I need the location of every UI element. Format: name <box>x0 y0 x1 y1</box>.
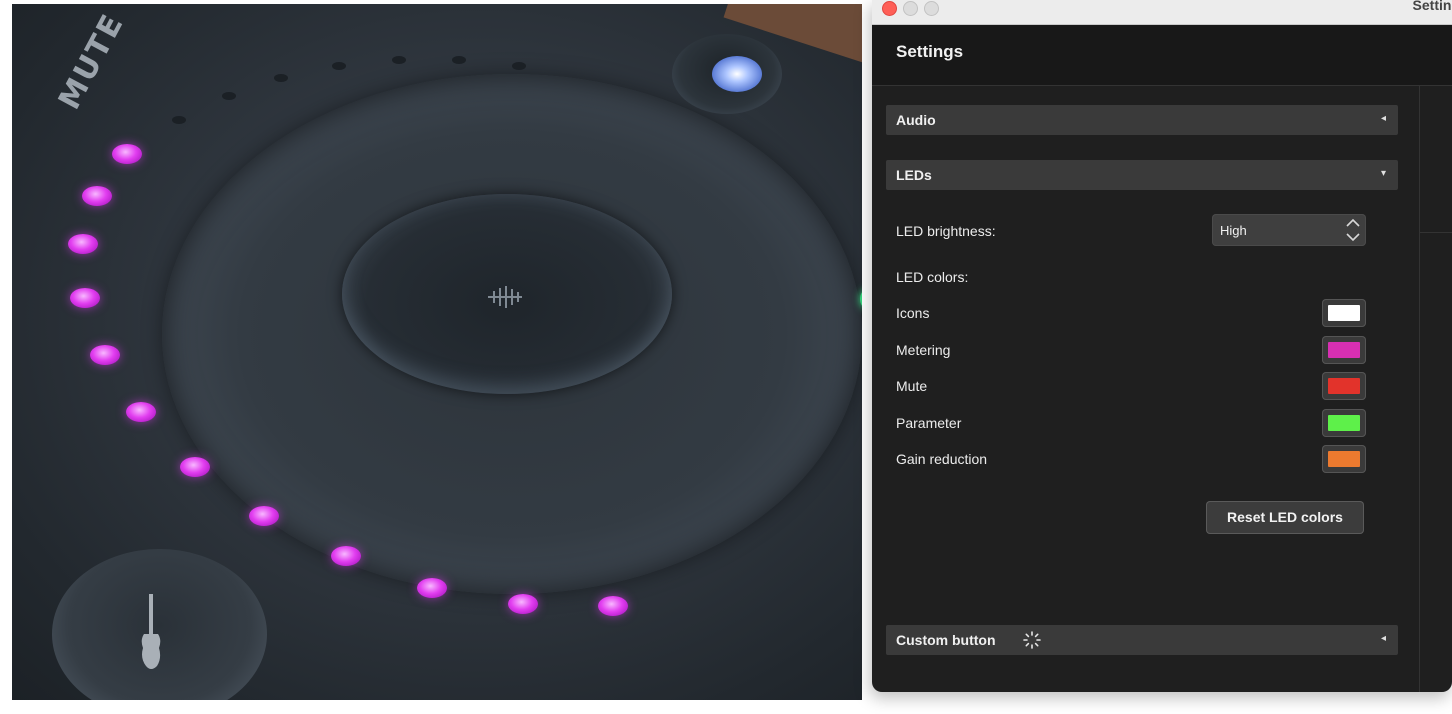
green-led-icon <box>860 289 862 309</box>
color-swatch-icons[interactable] <box>1322 299 1366 327</box>
color-label-parameter: Parameter <box>896 415 962 431</box>
expanded-arrow-icon: ▾ <box>1380 168 1386 179</box>
metering-led <box>331 546 361 566</box>
title-bar: Setting <box>872 0 1452 25</box>
led-brightness-select[interactable]: High <box>1212 214 1366 246</box>
section-custom-button-label: Custom button <box>896 632 996 648</box>
blue-led-icon <box>712 56 762 92</box>
metering-led <box>70 288 100 308</box>
metering-led <box>126 402 156 422</box>
stepper-chevrons-icon <box>1345 217 1361 243</box>
led-off <box>172 116 186 124</box>
panel-divider <box>1419 86 1420 692</box>
metering-led <box>82 186 112 206</box>
section-audio-header[interactable]: Audio ◂ <box>886 105 1398 135</box>
page-header: Settings <box>872 25 1452 86</box>
color-swatch-parameter[interactable] <box>1322 409 1366 437</box>
collapsed-arrow-icon: ◂ <box>1380 113 1386 124</box>
metering-led <box>68 234 98 254</box>
reset-led-colors-button[interactable]: Reset LED colors <box>1206 501 1364 534</box>
color-label-icons: Icons <box>896 305 930 321</box>
metering-led <box>598 596 628 616</box>
window-title: Setting <box>1412 0 1452 13</box>
color-label-metering: Metering <box>896 342 951 358</box>
logo-icon <box>482 282 528 312</box>
section-audio-label: Audio <box>896 112 936 128</box>
mute-engraving: MUTE <box>51 7 132 116</box>
color-swatch-gain-reduction[interactable] <box>1322 445 1366 473</box>
color-fill <box>1328 378 1360 394</box>
color-label-gain-reduction: Gain reduction <box>896 451 988 467</box>
zoom-window-button[interactable] <box>924 1 939 16</box>
color-fill <box>1328 342 1360 358</box>
metering-led <box>249 506 279 526</box>
minimize-window-button[interactable] <box>903 1 918 16</box>
close-window-button[interactable] <box>882 1 897 16</box>
metering-led <box>112 144 142 164</box>
led-off <box>332 62 346 70</box>
led-brightness-value: High <box>1220 223 1247 238</box>
color-fill <box>1328 305 1360 321</box>
page-title: Settings <box>896 42 964 61</box>
metering-led <box>180 457 210 477</box>
color-swatch-mute[interactable] <box>1322 372 1366 400</box>
led-colors-label: LED colors: <box>896 269 969 285</box>
device-photo: MUTE <box>12 4 862 700</box>
led-brightness-label: LED brightness: <box>896 223 996 239</box>
spinner-icon <box>1022 630 1042 650</box>
led-off <box>512 62 526 70</box>
metering-led <box>508 594 538 614</box>
panel-divider <box>1420 232 1452 233</box>
color-fill <box>1328 415 1360 431</box>
section-custom-button-header[interactable]: Custom button ◂ <box>886 625 1398 655</box>
metering-led <box>90 345 120 365</box>
color-swatch-metering[interactable] <box>1322 336 1366 364</box>
collapsed-arrow-icon: ◂ <box>1380 633 1386 644</box>
led-off <box>452 56 466 64</box>
settings-window: Setting Settings Audio ◂ LEDs ▾ LED brig… <box>872 0 1452 692</box>
metering-led <box>417 578 447 598</box>
guitar-icon <box>138 594 164 672</box>
section-leds-label: LEDs <box>896 167 932 183</box>
led-off <box>274 74 288 82</box>
section-leds-header[interactable]: LEDs ▾ <box>886 160 1398 190</box>
led-off <box>222 92 236 100</box>
color-label-mute: Mute <box>896 378 928 394</box>
color-fill <box>1328 451 1360 467</box>
led-off <box>392 56 406 64</box>
